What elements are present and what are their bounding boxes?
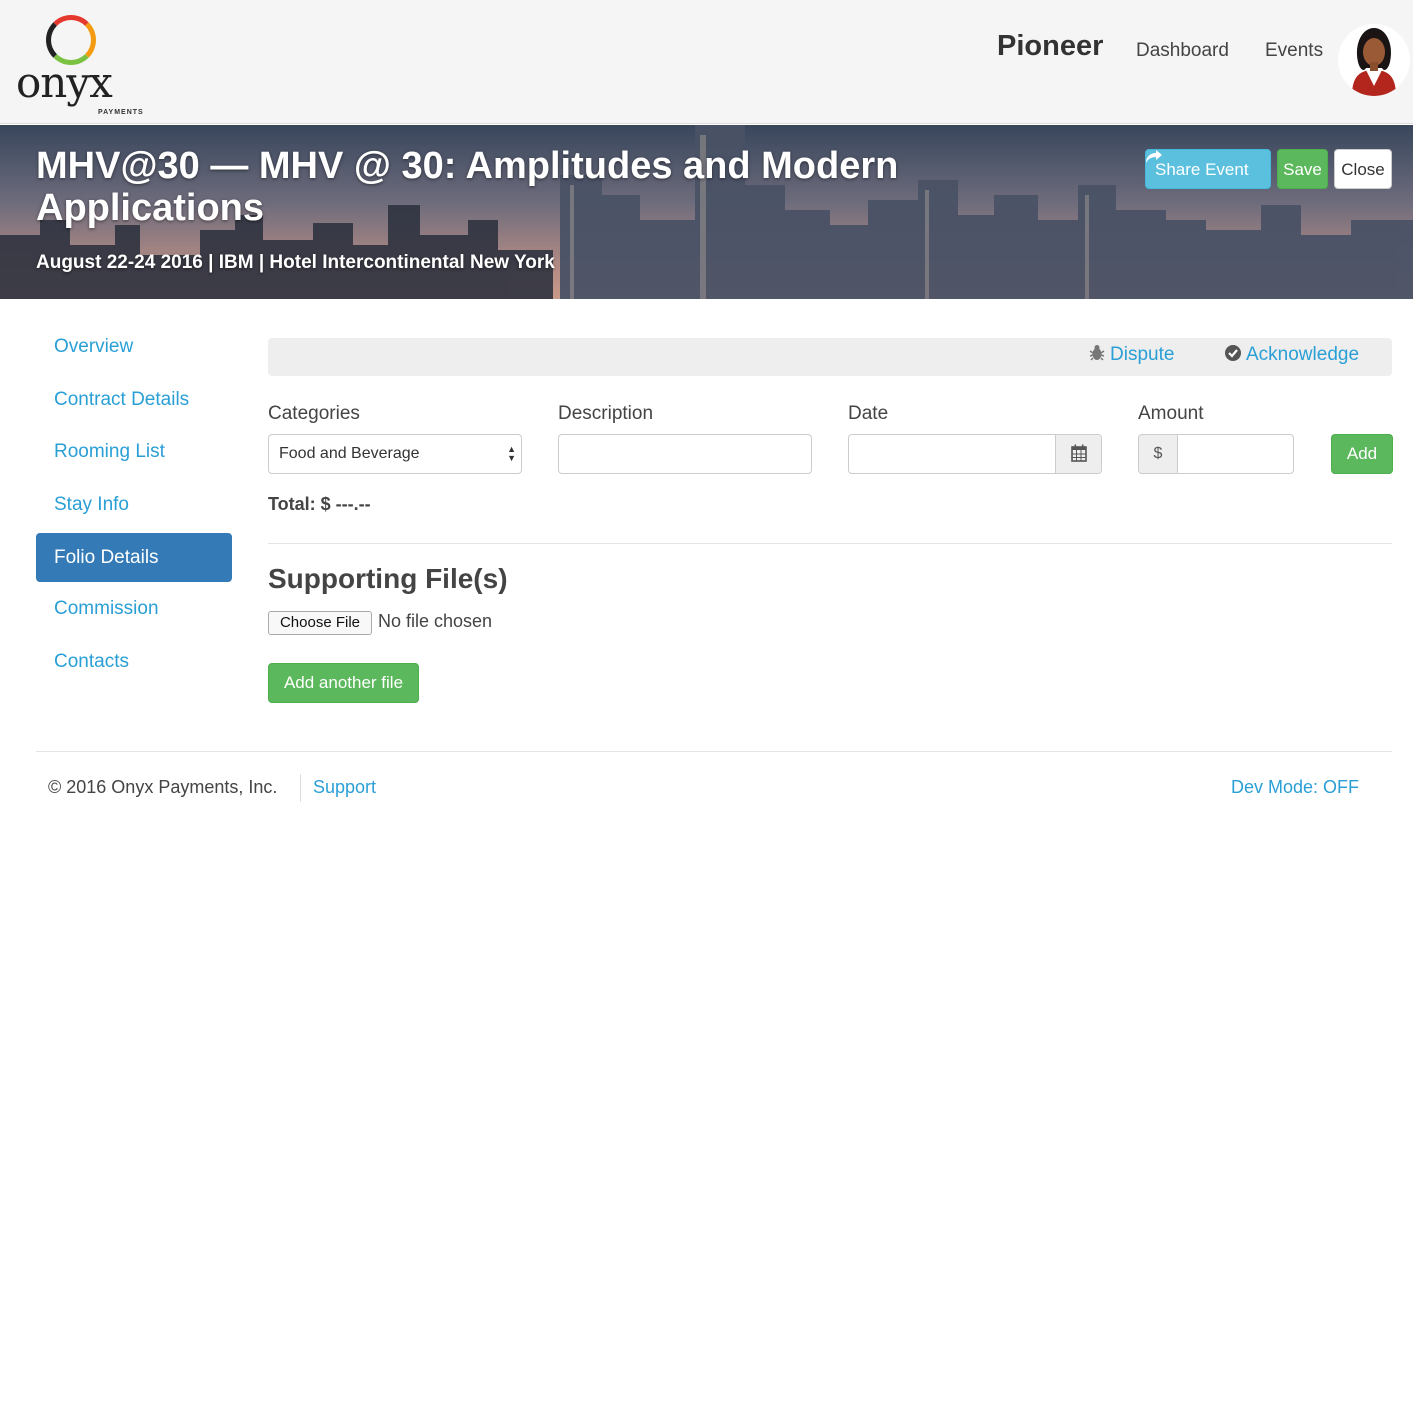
nav-dashboard-link[interactable]: Dashboard bbox=[1136, 40, 1229, 62]
sidebar-item-commission[interactable]: Commission bbox=[36, 584, 232, 633]
event-hero-banner: MHV@30 — MHV @ 30: Amplitudes and Modern… bbox=[0, 125, 1413, 299]
acknowledge-label: Acknowledge bbox=[1246, 344, 1360, 365]
dispute-link[interactable]: Dispute bbox=[1088, 344, 1174, 366]
section-divider bbox=[268, 543, 1392, 544]
sidebar-item-contacts[interactable]: Contacts bbox=[36, 637, 232, 686]
description-input[interactable] bbox=[558, 434, 812, 474]
amount-label: Amount bbox=[1138, 403, 1204, 424]
share-event-label: Share Event bbox=[1155, 160, 1249, 179]
logo-subtext: PAYMENTS bbox=[98, 109, 144, 116]
sidebar-item-rooming-list[interactable]: Rooming List bbox=[36, 427, 232, 476]
event-title: MHV@30 — MHV @ 30: Amplitudes and Modern… bbox=[36, 145, 899, 229]
dev-mode-toggle[interactable]: Dev Mode: OFF bbox=[1231, 777, 1359, 798]
calendar-icon bbox=[1071, 444, 1087, 462]
check-circle-icon bbox=[1225, 345, 1241, 361]
bug-icon bbox=[1089, 345, 1105, 361]
currency-addon: $ bbox=[1138, 434, 1178, 474]
footer-divider bbox=[36, 751, 1392, 752]
add-line-item-button[interactable]: Add bbox=[1331, 434, 1393, 474]
folio-total: Total: $ ---.-- bbox=[268, 494, 371, 514]
share-event-button[interactable]: Share Event bbox=[1145, 149, 1271, 189]
sidebar-item-folio-details[interactable]: Folio Details bbox=[36, 533, 232, 582]
brand-name[interactable]: Pioneer bbox=[997, 30, 1103, 63]
select-arrows-icon: ▲ ▼ bbox=[507, 444, 516, 463]
amount-input[interactable] bbox=[1177, 434, 1294, 474]
categories-label: Categories bbox=[268, 403, 360, 424]
footer-separator bbox=[300, 774, 301, 802]
category-select[interactable]: Food and Beverage ▲ ▼ bbox=[268, 434, 522, 474]
acknowledge-link[interactable]: Acknowledge bbox=[1224, 344, 1359, 366]
user-avatar-icon bbox=[1352, 28, 1396, 96]
onyx-logo[interactable]: onyx PAYMENTS bbox=[16, 12, 143, 116]
choose-file-button[interactable]: Choose File bbox=[268, 611, 372, 635]
dispute-label: Dispute bbox=[1110, 344, 1175, 365]
footer-copyright: © 2016 Onyx Payments, Inc. bbox=[48, 777, 278, 797]
date-input[interactable] bbox=[848, 434, 1102, 474]
folio-action-bar: Dispute Acknowledge bbox=[268, 338, 1392, 376]
close-button[interactable]: Close bbox=[1334, 149, 1392, 189]
add-another-file-button[interactable]: Add another file bbox=[268, 663, 419, 703]
top-navbar: onyx PAYMENTS Pioneer Dashboard Events bbox=[0, 0, 1413, 124]
supporting-files-title: Supporting File(s) bbox=[268, 563, 508, 594]
logo-text: onyx bbox=[16, 58, 113, 107]
user-avatar[interactable] bbox=[1338, 24, 1410, 96]
category-select-value: Food and Beverage bbox=[279, 445, 420, 462]
event-subtitle: August 22-24 2016 | IBM | Hotel Intercon… bbox=[36, 252, 555, 273]
sidebar-item-contract-details[interactable]: Contract Details bbox=[36, 375, 232, 424]
save-button[interactable]: Save bbox=[1277, 149, 1328, 189]
description-label: Description bbox=[558, 403, 654, 424]
share-icon bbox=[1146, 150, 1162, 163]
sidebar-item-stay-info[interactable]: Stay Info bbox=[36, 480, 232, 529]
nav-events-link[interactable]: Events bbox=[1265, 40, 1323, 62]
no-file-status: No file chosen bbox=[378, 611, 493, 631]
calendar-button[interactable] bbox=[1055, 435, 1101, 473]
date-label: Date bbox=[848, 403, 889, 424]
sidebar-item-overview[interactable]: Overview bbox=[36, 322, 232, 371]
footer-support-link[interactable]: Support bbox=[313, 777, 376, 798]
